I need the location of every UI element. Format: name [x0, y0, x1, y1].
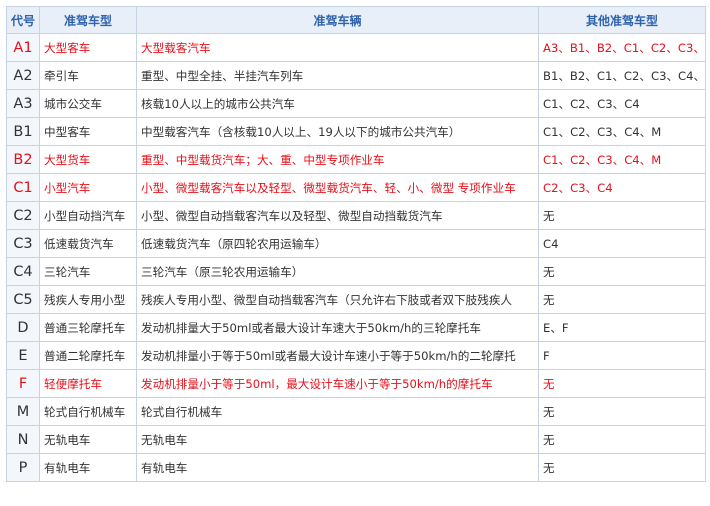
- cell-vehicle: 核载10人以上的城市公共汽车: [136, 89, 539, 118]
- table-row: F 轻便摩托车 发动机排量小于等于50ml，最大设计车速小于等于50km/h的摩…: [6, 369, 706, 398]
- cell-other: C2、C3、C4: [538, 173, 706, 202]
- cell-vehicle: 小型、微型自动挡载客汽车以及轻型、微型自动挡载货汽车: [136, 201, 539, 230]
- table-header-row: 代号 准驾车型 准驾车辆 其他准驾车型: [6, 6, 706, 34]
- cell-vehicle: 大型载客汽车: [136, 33, 539, 62]
- cell-code: A2: [6, 61, 40, 90]
- table-row: A2 牵引车 重型、中型全挂、半挂汽车列车 B1、B2、C1、C2、C3、C4、…: [6, 61, 706, 90]
- cell-vehicle: 低速载货汽车（原四轮农用运输车）: [136, 229, 539, 258]
- cell-other: 无: [538, 425, 706, 454]
- cell-type: 低速载货汽车: [39, 229, 137, 258]
- table-row: C1 小型汽车 小型、微型载客汽车以及轻型、微型载货汽车、轻、小、微型 专项作业…: [6, 173, 706, 202]
- cell-code: P: [6, 453, 40, 482]
- cell-other: F: [538, 341, 706, 370]
- cell-vehicle: 轮式自行机械车: [136, 397, 539, 426]
- table-row: M 轮式自行机械车 轮式自行机械车 无: [6, 397, 706, 426]
- table-row: C3 低速载货汽车 低速载货汽车（原四轮农用运输车） C4: [6, 229, 706, 258]
- cell-other: C1、C2、C3、C4、M: [538, 145, 706, 174]
- cell-other: 无: [538, 257, 706, 286]
- table-row: E 普通二轮摩托车 发动机排量小于等于50ml或者最大设计车速小于等于50km/…: [6, 341, 706, 370]
- table-row: B1 中型客车 中型载客汽车（含核载10人以上、19人以下的城市公共汽车） C1…: [6, 117, 706, 146]
- cell-vehicle: 小型、微型载客汽车以及轻型、微型载货汽车、轻、小、微型 专项作业车: [136, 173, 539, 202]
- cell-type: 普通三轮摩托车: [39, 313, 137, 342]
- cell-vehicle: 发动机排量大于50ml或者最大设计车速大于50km/h的三轮摩托车: [136, 313, 539, 342]
- cell-type: 无轨电车: [39, 425, 137, 454]
- cell-vehicle: 发动机排量小于等于50ml或者最大设计车速小于等于50km/h的二轮摩托: [136, 341, 539, 370]
- cell-vehicle: 无轨电车: [136, 425, 539, 454]
- cell-type: 有轨电车: [39, 453, 137, 482]
- cell-code: C5: [6, 285, 40, 314]
- table-row: C5 残疾人专用小型 残疾人专用小型、微型自动挡载客汽车（只允许右下肢或者双下肢…: [6, 285, 706, 314]
- cell-other: 无: [538, 201, 706, 230]
- header-vehicle: 准驾车辆: [136, 6, 539, 34]
- license-class-table: 代号 准驾车型 准驾车辆 其他准驾车型 A1 大型客车 大型载客汽车 A3、B1…: [6, 6, 706, 482]
- table-body: A1 大型客车 大型载客汽车 A3、B1、B2、C1、C2、C3、 A2 牵引车…: [6, 33, 706, 482]
- cell-type: 牵引车: [39, 61, 137, 90]
- cell-type: 小型汽车: [39, 173, 137, 202]
- cell-code: E: [6, 341, 40, 370]
- cell-type: 大型货车: [39, 145, 137, 174]
- cell-code: N: [6, 425, 40, 454]
- cell-other: 无: [538, 397, 706, 426]
- cell-code: C4: [6, 257, 40, 286]
- table-row: N 无轨电车 无轨电车 无: [6, 425, 706, 454]
- cell-code: B1: [6, 117, 40, 146]
- table-row: B2 大型货车 重型、中型载货汽车；大、重、中型专项作业车 C1、C2、C3、C…: [6, 145, 706, 174]
- license-class-table-container: 代号 准驾车型 准驾车辆 其他准驾车型 A1 大型客车 大型载客汽车 A3、B1…: [6, 6, 706, 482]
- cell-vehicle: 残疾人专用小型、微型自动挡载客汽车（只允许右下肢或者双下肢残疾人: [136, 285, 539, 314]
- cell-type: 三轮汽车: [39, 257, 137, 286]
- cell-type: 大型客车: [39, 33, 137, 62]
- cell-other: C1、C2、C3、C4: [538, 89, 706, 118]
- cell-code: B2: [6, 145, 40, 174]
- cell-code: A3: [6, 89, 40, 118]
- cell-type: 残疾人专用小型: [39, 285, 137, 314]
- cell-other: B1、B2、C1、C2、C3、C4、M: [538, 61, 706, 90]
- header-code: 代号: [6, 6, 40, 34]
- cell-code: F: [6, 369, 40, 398]
- cell-vehicle: 重型、中型载货汽车；大、重、中型专项作业车: [136, 145, 539, 174]
- cell-other: 无: [538, 285, 706, 314]
- cell-vehicle: 发动机排量小于等于50ml，最大设计车速小于等于50km/h的摩托车: [136, 369, 539, 398]
- cell-vehicle: 重型、中型全挂、半挂汽车列车: [136, 61, 539, 90]
- cell-vehicle: 三轮汽车（原三轮农用运输车）: [136, 257, 539, 286]
- table-row: A1 大型客车 大型载客汽车 A3、B1、B2、C1、C2、C3、: [6, 33, 706, 62]
- cell-other: 无: [538, 453, 706, 482]
- table-row: C2 小型自动挡汽车 小型、微型自动挡载客汽车以及轻型、微型自动挡载货汽车 无: [6, 201, 706, 230]
- cell-type: 中型客车: [39, 117, 137, 146]
- cell-other: C4: [538, 229, 706, 258]
- cell-code: D: [6, 313, 40, 342]
- table-row: P 有轨电车 有轨电车 无: [6, 453, 706, 482]
- cell-other: C1、C2、C3、C4、M: [538, 117, 706, 146]
- cell-other: E、F: [538, 313, 706, 342]
- cell-type: 小型自动挡汽车: [39, 201, 137, 230]
- header-type: 准驾车型: [39, 6, 137, 34]
- cell-other: A3、B1、B2、C1、C2、C3、: [538, 33, 706, 62]
- cell-code: C1: [6, 173, 40, 202]
- header-other: 其他准驾车型: [538, 6, 706, 34]
- cell-code: C2: [6, 201, 40, 230]
- cell-other: 无: [538, 369, 706, 398]
- cell-vehicle: 中型载客汽车（含核载10人以上、19人以下的城市公共汽车）: [136, 117, 539, 146]
- cell-type: 轻便摩托车: [39, 369, 137, 398]
- cell-vehicle: 有轨电车: [136, 453, 539, 482]
- table-row: C4 三轮汽车 三轮汽车（原三轮农用运输车） 无: [6, 257, 706, 286]
- cell-code: M: [6, 397, 40, 426]
- cell-type: 普通二轮摩托车: [39, 341, 137, 370]
- cell-type: 轮式自行机械车: [39, 397, 137, 426]
- cell-type: 城市公交车: [39, 89, 137, 118]
- table-row: A3 城市公交车 核载10人以上的城市公共汽车 C1、C2、C3、C4: [6, 89, 706, 118]
- table-row: D 普通三轮摩托车 发动机排量大于50ml或者最大设计车速大于50km/h的三轮…: [6, 313, 706, 342]
- cell-code: C3: [6, 229, 40, 258]
- cell-code: A1: [6, 33, 40, 62]
